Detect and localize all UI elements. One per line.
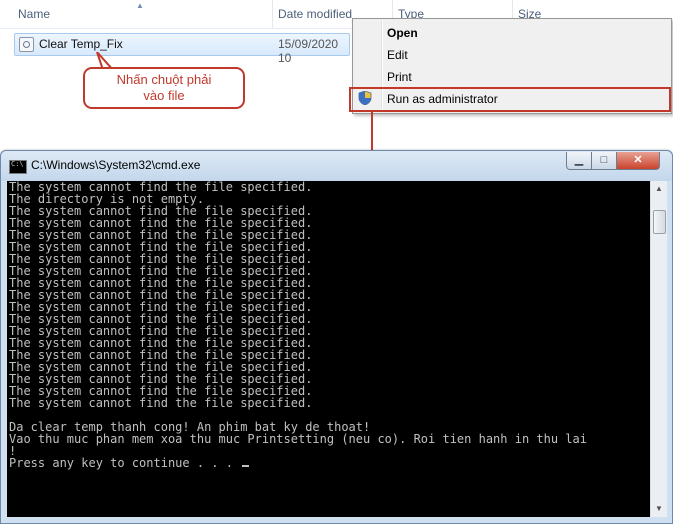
window-title: C:\Windows\System32\cmd.exe [31,158,201,172]
file-name: Clear Temp_Fix [39,37,123,51]
instruction-callout: Nhấn chuột phải vào file [83,67,245,109]
vertical-scrollbar[interactable]: ▲ ▼ [650,181,667,517]
menu-item-print[interactable]: Print [387,70,412,84]
console-lines: The system cannot find the file specifie… [9,181,587,469]
callout-line-1: Nhấn chuột phải [116,72,212,87]
console-app-icon[interactable] [9,160,27,174]
minimize-button[interactable]: ▁ [566,152,592,170]
maximize-button[interactable]: □ [591,152,617,170]
run-as-admin-highlight-box [349,87,671,112]
callout-line-2: vào file [143,88,185,103]
text-cursor [242,465,250,467]
close-button[interactable]: ✕ [616,152,660,170]
sort-ascending-icon: ▲ [136,1,144,10]
scroll-down-arrow-icon[interactable]: ▼ [651,501,667,517]
file-date-modified: 15/09/2020 10 [278,37,339,65]
scrollbar-thumb[interactable] [653,210,666,234]
console-line: Vao thu muc phan mem xoa thu muc Printse… [9,432,587,446]
column-date-modified[interactable]: Date modified [278,7,352,21]
menu-item-edit[interactable]: Edit [387,48,408,62]
column-name[interactable]: Name [18,7,50,21]
batch-file-icon [19,37,34,52]
column-separator[interactable] [272,0,273,28]
scroll-up-arrow-icon[interactable]: ▲ [651,181,667,197]
console-line: Press any key to continue . . . [9,457,587,469]
file-row-clear-temp-fix[interactable]: Clear Temp_Fix 15/09/2020 10 [14,33,350,65]
console-line: The system cannot find the file specifie… [9,396,313,410]
menu-item-open[interactable]: Open [387,26,418,40]
cmd-window: C:\Windows\System32\cmd.exe ▁ □ ✕ The sy… [0,150,673,524]
cmd-titlebar[interactable]: C:\Windows\System32\cmd.exe ▁ □ ✕ [1,151,672,181]
console-output[interactable]: The system cannot find the file specifie… [7,181,650,517]
